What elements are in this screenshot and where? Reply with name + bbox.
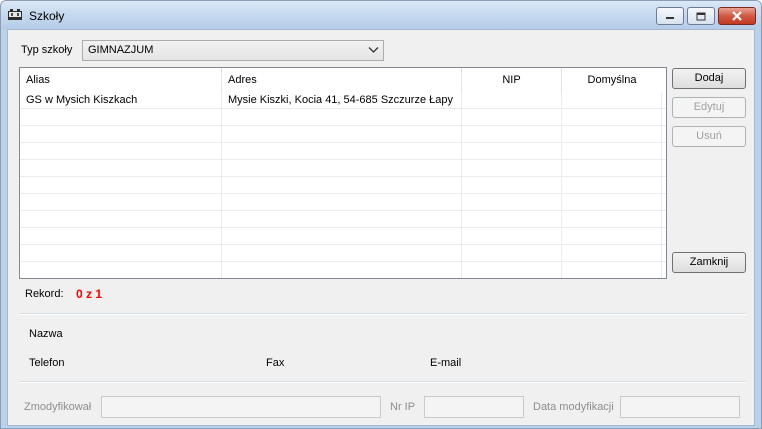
name-label: Nazwa xyxy=(29,328,63,340)
close-window-button[interactable] xyxy=(718,7,756,25)
edit-button[interactable]: Edytuj xyxy=(672,97,746,118)
fax-label: Fax xyxy=(266,357,285,369)
schools-table[interactable]: Alias Adres NIP Domyślna GS w Mysich Kis… xyxy=(19,67,667,279)
maximize-icon xyxy=(696,12,706,20)
empty-row xyxy=(20,211,666,228)
column-header-alias[interactable]: Alias xyxy=(20,68,222,92)
table-row[interactable]: GS w Mysich Kiszkach Mysie Kiszki, Kocia… xyxy=(20,92,666,109)
modified-date-label: Data modyfikacji xyxy=(533,401,614,413)
phone-label: Telefon xyxy=(29,357,65,369)
school-type-value: GIMNAZJUM xyxy=(88,44,154,56)
column-divider xyxy=(461,92,462,278)
divider xyxy=(19,381,746,383)
empty-row xyxy=(20,262,666,278)
delete-button[interactable]: Usuń xyxy=(672,126,746,147)
empty-row xyxy=(20,194,666,211)
cell-nip xyxy=(462,92,562,108)
app-icon xyxy=(8,9,22,20)
cell-domyslna xyxy=(562,92,662,108)
modified-by-field[interactable] xyxy=(101,396,381,418)
column-header-adres[interactable]: Adres xyxy=(222,68,462,92)
column-divider xyxy=(221,92,222,278)
cell-adres: Mysie Kiszki, Kocia 41, 54-685 Szczurze … xyxy=(228,94,453,106)
divider xyxy=(19,313,746,315)
szkoly-window: Szkoły Typ szkoły GIMNAZJUM Alias Adres … xyxy=(0,0,762,429)
school-type-label: Typ szkoły xyxy=(21,44,73,56)
ip-field[interactable] xyxy=(424,396,524,418)
empty-row xyxy=(20,177,666,194)
email-label: E-mail xyxy=(430,357,462,369)
chevron-down-icon xyxy=(368,47,379,53)
minimize-button[interactable] xyxy=(656,7,684,25)
column-header-domyslna[interactable]: Domyślna xyxy=(562,68,662,92)
empty-row xyxy=(20,228,666,245)
minimize-icon xyxy=(666,17,674,19)
client-area: Typ szkoły GIMNAZJUM Alias Adres NIP Dom… xyxy=(7,29,755,426)
empty-row xyxy=(20,143,666,160)
close-button[interactable]: Zamknij xyxy=(672,252,746,273)
empty-row xyxy=(20,109,666,126)
modified-by-label: Zmodyfikował xyxy=(24,401,92,413)
column-divider xyxy=(661,92,662,278)
window-title: Szkoły xyxy=(29,9,65,23)
cell-alias: GS w Mysich Kiszkach xyxy=(26,94,138,106)
close-icon xyxy=(732,11,742,21)
column-header-nip[interactable]: NIP xyxy=(462,68,562,92)
school-type-dropdown[interactable]: GIMNAZJUM xyxy=(82,40,384,61)
empty-row xyxy=(20,160,666,177)
table-header: Alias Adres NIP Domyślna xyxy=(20,68,666,92)
column-divider xyxy=(561,92,562,278)
empty-row xyxy=(20,245,666,262)
ip-label: Nr IP xyxy=(390,401,416,413)
maximize-button[interactable] xyxy=(687,7,715,25)
add-button[interactable]: Dodaj xyxy=(672,68,746,89)
empty-row xyxy=(20,126,666,143)
record-label: Rekord: xyxy=(25,288,64,300)
record-counter: 0 z 1 xyxy=(76,287,103,301)
title-bar[interactable]: Szkoły xyxy=(1,1,761,29)
modified-date-field[interactable] xyxy=(620,396,740,418)
